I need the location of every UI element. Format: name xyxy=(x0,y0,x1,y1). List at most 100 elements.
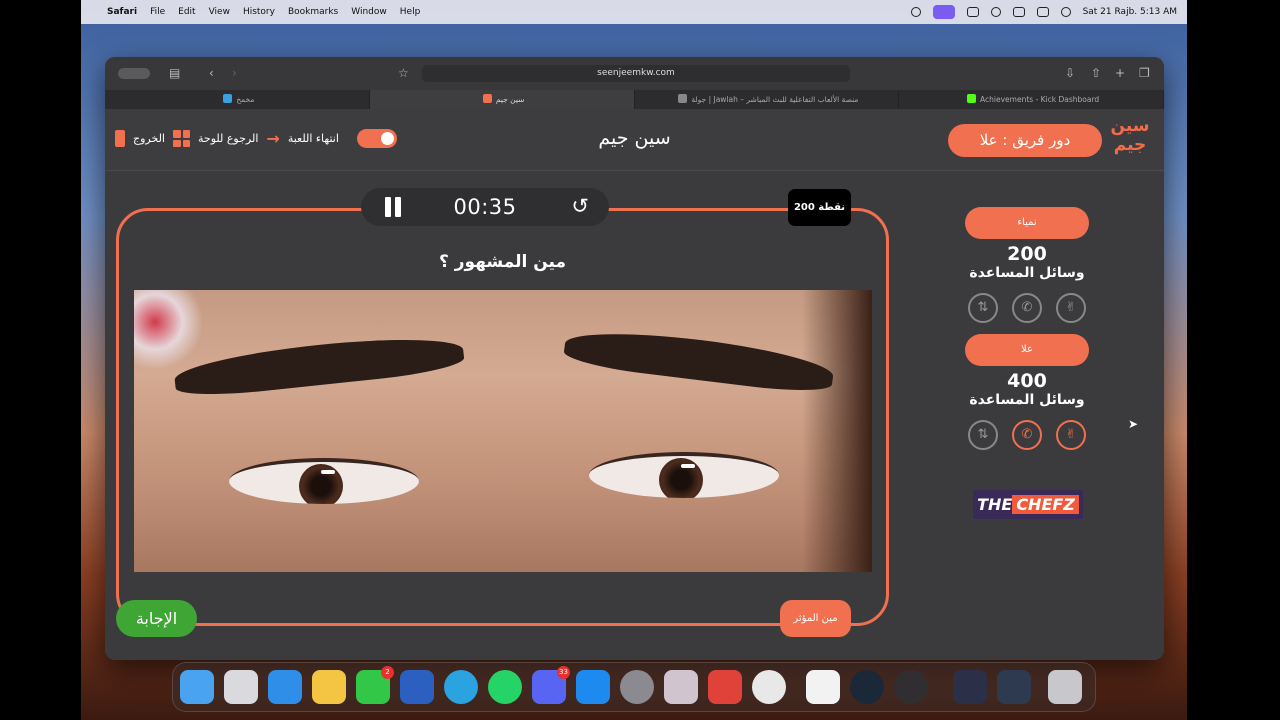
aids-row: ⇅ ✆ ✌ xyxy=(965,293,1089,323)
menu-bar: Safari File Edit View History Bookmarks … xyxy=(81,0,1187,24)
tab-4[interactable]: Achievements - Kick Dashboard xyxy=(899,90,1164,109)
menu-bookmarks[interactable]: Bookmarks xyxy=(288,7,338,17)
dock-chrome-icon[interactable] xyxy=(752,670,786,704)
phone-icon[interactable]: ✆ xyxy=(1012,293,1042,323)
question-image xyxy=(134,290,872,572)
tab-label: جولة | Jawlah – منصة الألعاب التفاعلية ل… xyxy=(691,95,859,104)
tab-favicon-icon xyxy=(678,94,688,103)
left-eyebrow xyxy=(172,329,466,401)
mouse-cursor-icon: ➤ xyxy=(1128,417,1139,431)
team-panel-1: نمياء 200 وسائل المساعدة ⇅ ✆ ✌ xyxy=(965,207,1089,323)
exit-button[interactable]: الخروج xyxy=(133,132,165,145)
phone-icon[interactable]: ✆ xyxy=(1012,420,1042,450)
dock-steam-icon[interactable] xyxy=(850,670,884,704)
dock-safari-icon[interactable] xyxy=(268,670,302,704)
tab-label: مخمخ xyxy=(236,95,255,104)
left-iris xyxy=(299,464,343,504)
header-actions: الخروج الرجوع للوحة → انتهاء اللعبة xyxy=(115,129,397,148)
settings-toggle[interactable] xyxy=(356,129,397,148)
tab-favicon-icon xyxy=(967,94,977,103)
notification-badge: 33 xyxy=(557,666,570,679)
tab-2[interactable]: سين جيم xyxy=(369,90,635,109)
tab-3[interactable]: جولة | Jawlah – منصة الألعاب التفاعلية ل… xyxy=(635,90,900,109)
menu-file[interactable]: File xyxy=(150,7,165,17)
desktop: Safari File Edit View History Bookmarks … xyxy=(81,0,1187,720)
tab-favicon-icon xyxy=(223,94,233,103)
dock-facetime-icon[interactable]: 2 xyxy=(356,666,394,704)
game-area: 00:35 ↺ 200 نقطة مين المشهور ؟ الإجابة م… xyxy=(105,172,1164,660)
dock-finder-icon[interactable] xyxy=(180,670,214,704)
arrow-right-icon[interactable]: → xyxy=(266,129,279,148)
tab-label: سين جيم xyxy=(495,95,525,104)
tab-1[interactable]: مخمخ xyxy=(105,90,370,109)
end-game-button[interactable]: انتهاء اللعبة xyxy=(288,132,339,145)
dock-whatsapp-icon[interactable] xyxy=(488,670,522,704)
team-name[interactable]: نمياء xyxy=(965,207,1089,239)
record-icon[interactable] xyxy=(910,7,921,17)
peace-hand-icon[interactable]: ✌ xyxy=(1056,293,1086,323)
forward-icon[interactable]: › xyxy=(232,66,237,80)
sidebar-icon[interactable]: ▤ xyxy=(169,66,180,80)
address-bar[interactable]: seenjeemkw.com xyxy=(422,65,850,82)
dock-discord-icon[interactable]: 33 xyxy=(532,666,570,704)
team-name[interactable]: علا xyxy=(965,334,1089,366)
dock-settings-icon[interactable] xyxy=(620,670,654,704)
board-icon[interactable] xyxy=(173,130,190,147)
right-iris xyxy=(659,458,703,498)
control-center-icon[interactable] xyxy=(1036,7,1049,17)
answer-button[interactable]: الإجابة xyxy=(116,600,197,637)
tab-favicon-icon xyxy=(482,94,492,103)
menu-history[interactable]: History xyxy=(243,7,275,17)
tab-overview-icon[interactable]: ❐ xyxy=(1139,66,1150,80)
reset-timer-icon[interactable]: ↺ xyxy=(571,194,589,218)
two-hands-icon[interactable]: ⇅ xyxy=(968,420,998,450)
new-tab-icon[interactable]: + xyxy=(1115,66,1125,80)
right-eyebrow xyxy=(562,323,836,397)
menu-view[interactable]: View xyxy=(209,7,230,17)
back-icon[interactable]: ‹ xyxy=(209,66,214,80)
back-to-board-button[interactable]: الرجوع للوحة xyxy=(198,132,258,145)
battery-icon[interactable] xyxy=(966,7,979,17)
share-icon[interactable]: ⇧ xyxy=(1091,66,1101,80)
wifi-icon[interactable] xyxy=(990,7,1001,17)
menu-app-name[interactable]: Safari xyxy=(107,7,137,17)
dock-vpn-icon[interactable] xyxy=(806,670,840,704)
siri-icon[interactable] xyxy=(1060,7,1071,17)
dock-telegram-icon[interactable] xyxy=(444,670,478,704)
tab-bar: مخمخ سين جيم جولة | Jawlah – منصة الألعا… xyxy=(105,90,1164,109)
browser-toolbar: ▤ ‹ › ☆ seenjeemkw.com ⇩ ⇧ + ❐ xyxy=(105,57,1164,90)
sponsor-logo[interactable]: THE CHEFZ xyxy=(973,490,1083,519)
peace-hand-icon[interactable]: ✌ xyxy=(1056,420,1086,450)
window-controls[interactable] xyxy=(118,68,150,79)
menu-window[interactable]: Window xyxy=(351,7,387,17)
image-shadow xyxy=(802,290,872,572)
sponsor-right: CHEFZ xyxy=(1012,495,1079,514)
bookmark-star-icon[interactable]: ☆ xyxy=(398,66,409,80)
flower-decoration xyxy=(134,290,204,370)
who-influencer-button[interactable]: مين المؤثر xyxy=(780,600,851,637)
menu-edit[interactable]: Edit xyxy=(178,7,195,17)
dock-obs-window-icon[interactable] xyxy=(997,670,1031,704)
team-score: 400 xyxy=(1007,370,1047,392)
two-hands-icon[interactable]: ⇅ xyxy=(968,293,998,323)
dock-photos-icon[interactable] xyxy=(312,670,346,704)
tab-label: Achievements - Kick Dashboard xyxy=(980,95,1100,104)
safari-window: ▤ ‹ › ☆ seenjeemkw.com ⇩ ⇧ + ❐ مخمخ سين … xyxy=(105,57,1164,660)
game-header: سين جيم دور فريق : علا سين جيم الخروج ال… xyxy=(105,109,1164,171)
menu-help[interactable]: Help xyxy=(400,7,421,17)
dock-app-store-icon[interactable] xyxy=(576,670,610,704)
dock-iphone-mirroring-icon[interactable] xyxy=(664,670,698,704)
dock-parallels-icon[interactable] xyxy=(708,670,742,704)
menu-clock[interactable]: Sat 21 Rajb. 5:13 AM xyxy=(1083,7,1177,17)
input-source-icon[interactable] xyxy=(1012,7,1025,17)
dock-obs-icon[interactable] xyxy=(894,670,928,704)
screen-share-icon[interactable] xyxy=(932,5,955,19)
exit-icon[interactable] xyxy=(115,130,125,147)
dock-discord-window-icon[interactable] xyxy=(953,670,987,704)
dock-word-icon[interactable] xyxy=(400,670,434,704)
team-panel-2: علا 400 وسائل المساعدة ⇅ ✆ ✌ xyxy=(965,334,1089,450)
download-icon[interactable]: ⇩ xyxy=(1065,66,1075,80)
left-eye xyxy=(229,458,419,504)
dock-trash-icon[interactable] xyxy=(1048,670,1082,704)
dock-launchpad-icon[interactable] xyxy=(224,670,258,704)
